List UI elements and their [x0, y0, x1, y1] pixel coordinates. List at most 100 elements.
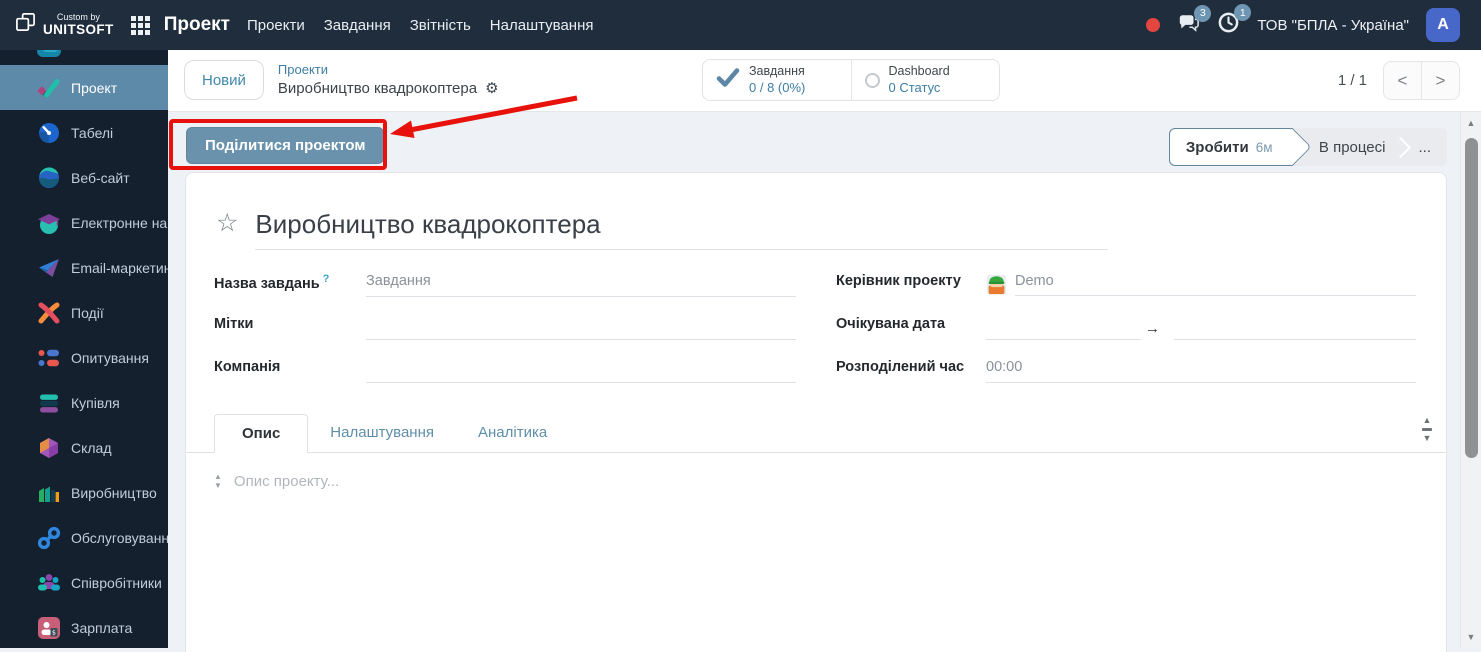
company-input[interactable] [366, 359, 796, 383]
sidebar-item-partial-icon[interactable] [37, 50, 63, 61]
vertical-scrollbar[interactable]: ▲ ▼ [1460, 112, 1481, 648]
tags-input[interactable] [366, 316, 796, 340]
user-avatar[interactable]: A [1426, 8, 1460, 42]
sidebar-item-employees[interactable]: Співробітники [0, 560, 168, 605]
scrollbar-thumb[interactable] [1465, 138, 1478, 458]
stage-duration: 6м [1256, 140, 1273, 155]
field-label-task-name: Назва завдань? [214, 273, 366, 292]
sidebar-item-website[interactable]: Веб-сайт [0, 155, 168, 200]
breadcrumb: Проекти Виробництво квадрокоптера ⚙ [278, 62, 499, 98]
sidebar-item-label: Веб-сайт [71, 170, 130, 186]
sidebar-item-manufacturing[interactable]: Виробництво [0, 470, 168, 515]
tab-settings[interactable]: Налаштування [308, 413, 456, 452]
breadcrumb-current: Виробництво квадрокоптера [278, 79, 477, 99]
drag-handle-icon[interactable]: ▲ ▼ [214, 473, 222, 491]
favorite-star-icon[interactable]: ☆ [216, 211, 238, 236]
help-question-icon[interactable]: ? [323, 273, 330, 285]
menu-projects[interactable]: Проекти [245, 13, 307, 38]
scrollbar-up-icon[interactable]: ▲ [1461, 118, 1481, 128]
topbar-right: 3 1 ТОВ "БПЛА - Україна" A [1146, 8, 1481, 42]
stat-label: Dashboard [889, 64, 950, 80]
stat-button-tasks[interactable]: Завдання 0 / 8 (0%) [703, 60, 851, 100]
content-area: Поділитися проектом Зробити 6м В процесі… [168, 112, 1460, 648]
stage-label: Зробити [1186, 139, 1249, 156]
sidebar-item-inventory[interactable]: Склад [0, 425, 168, 470]
gear-icon[interactable]: ⚙ [485, 81, 498, 96]
description-editor[interactable]: Опис проекту... [234, 473, 339, 490]
sidebar-item-project[interactable]: Проект [0, 65, 168, 110]
sidebar-item-label: Електронне на... [71, 215, 168, 231]
scroll-down-icon[interactable]: ▼ [1423, 434, 1432, 443]
sidebar-item-label: Зарплата [71, 620, 132, 636]
stage-pipeline: Зробити 6м В процесі ... [1169, 128, 1447, 166]
breadcrumb-parent-link[interactable]: Проекти [278, 62, 499, 79]
check-icon [716, 66, 740, 95]
pane-scroll-widget[interactable]: ▲ ▼ [1422, 416, 1432, 443]
manager-input[interactable]: Demo [1015, 273, 1416, 296]
sidebar-item-maintenance[interactable]: Обслуговування [0, 515, 168, 560]
purchase-bars-icon [37, 391, 61, 415]
sidebar-item-label: Склад [71, 440, 112, 456]
sidebar-item-email-marketing[interactable]: Email-маркетинг [0, 245, 168, 290]
scroll-up-icon[interactable]: ▲ [1423, 416, 1432, 425]
website-globe-icon [37, 166, 61, 190]
current-app-name[interactable]: Проект [164, 14, 230, 36]
chat-bubbles-icon [1177, 21, 1200, 38]
new-button[interactable]: Новий [184, 60, 264, 100]
sidebar-item-label: Проект [71, 80, 117, 96]
stage-todo[interactable]: Зробити 6м [1169, 128, 1293, 166]
survey-dots-icon [37, 346, 61, 370]
sidebar-item-label: Купівля [71, 395, 120, 411]
project-check-icon [37, 76, 61, 100]
pager-prev-button[interactable]: < [1383, 61, 1422, 100]
menu-settings[interactable]: Налаштування [488, 13, 596, 38]
task-name-input[interactable]: Завдання [366, 273, 796, 297]
activity-clock-icon [1217, 21, 1240, 38]
stage-more[interactable]: ... [1408, 139, 1447, 156]
sidebar-item-purchase[interactable]: Купівля [0, 380, 168, 425]
project-title-input[interactable]: Виробництво квадрокоптера [255, 209, 1108, 250]
field-label-company: Компанія [214, 359, 366, 375]
form-sheet: ☆ Виробництво квадрокоптера Назва завдан… [185, 172, 1447, 652]
brand-text: Custom by UNITSOFT [43, 13, 114, 37]
messages-badge: 3 [1194, 5, 1211, 22]
apps-sidebar: Проект Табелі Веб-сайт [0, 50, 168, 648]
top-menu: Проекти Завдання Звітність Налаштування [245, 13, 596, 38]
top-navbar: Custom by UNITSOFT Проект Проекти Завдан… [0, 0, 1481, 50]
unitsoft-logo[interactable]: Custom by UNITSOFT [15, 12, 114, 38]
events-ribbons-icon [37, 301, 61, 325]
messages-button[interactable]: 3 [1177, 12, 1200, 39]
stat-button-dashboard[interactable]: Dashboard 0 Статус [851, 60, 1000, 100]
pager-next-button[interactable]: > [1421, 61, 1460, 100]
scroll-dash-icon [1422, 428, 1432, 431]
share-project-button[interactable]: Поділитися проектом [186, 127, 384, 164]
field-label-tags: Мітки [214, 316, 366, 332]
main-area: Новий Проекти Виробництво квадрокоптера … [168, 50, 1481, 648]
sidebar-item-label: Події [71, 305, 104, 321]
timesheet-clock-icon [37, 121, 61, 145]
stat-label: Завдання [749, 64, 805, 80]
inventory-box-icon [37, 436, 61, 460]
date-from-input[interactable] [986, 316, 1141, 340]
sidebar-item-payroll[interactable]: $ Зарплата [0, 605, 168, 648]
allocated-time-input[interactable]: 00:00 [986, 359, 1416, 383]
menu-reporting[interactable]: Звітність [408, 13, 473, 38]
sidebar-item-label: Email-маркетинг [71, 260, 168, 276]
company-switcher[interactable]: ТОВ "БПЛА - Україна" [1257, 17, 1409, 34]
paper-plane-icon [37, 256, 61, 280]
manufacturing-icon [37, 481, 61, 505]
scrollbar-down-icon[interactable]: ▼ [1461, 632, 1481, 642]
sidebar-item-elearning[interactable]: Електронне на... [0, 200, 168, 245]
sidebar-item-events[interactable]: Події [0, 290, 168, 335]
record-dot-icon[interactable] [1146, 18, 1160, 32]
date-to-input[interactable] [1174, 316, 1416, 340]
tab-analytics[interactable]: Аналітика [456, 413, 569, 452]
activities-button[interactable]: 1 [1217, 11, 1240, 39]
apps-grid-icon[interactable] [131, 16, 150, 35]
tab-description[interactable]: Опис [214, 414, 308, 453]
sidebar-item-label: Обслуговування [71, 530, 168, 546]
menu-tasks[interactable]: Завдання [322, 13, 393, 38]
activities-badge: 1 [1234, 4, 1251, 21]
sidebar-item-surveys[interactable]: Опитування [0, 335, 168, 380]
sidebar-item-timesheets[interactable]: Табелі [0, 110, 168, 155]
